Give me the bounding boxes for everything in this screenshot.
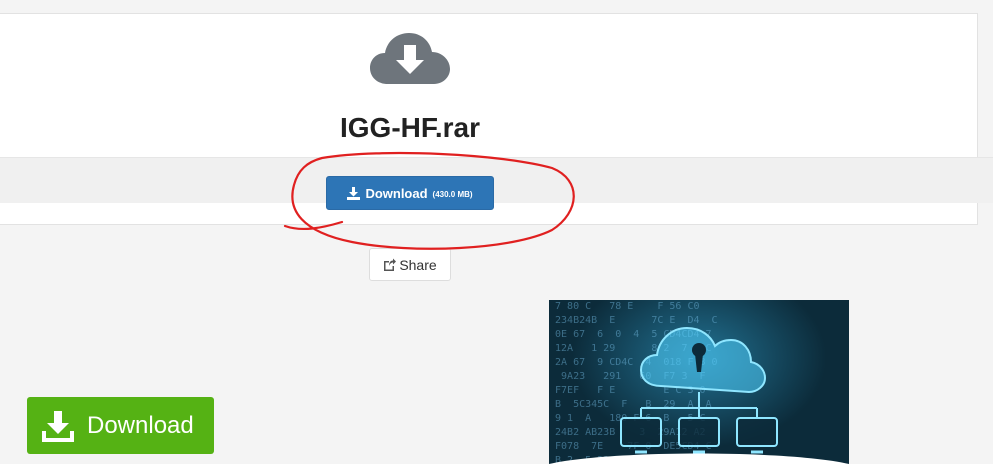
download-button-label: Download	[365, 185, 428, 201]
ad-image[interactable]: 7 80 C 78 E F 56 C0 234B24B E 7C E D4 C …	[549, 300, 849, 464]
ad-download-label: Download	[87, 411, 194, 439]
file-name: IGG-HF.rar	[339, 112, 481, 143]
share-label: Share	[399, 256, 437, 273]
share-button[interactable]: Share	[369, 248, 451, 281]
download-button[interactable]: Download (430.0 MB)	[326, 176, 494, 210]
share-icon	[384, 258, 397, 271]
ad-download-button[interactable]: Download	[27, 397, 214, 454]
download-icon	[347, 186, 361, 200]
download-bar	[0, 157, 993, 203]
cloud-download-icon	[370, 33, 450, 84]
download-icon	[42, 410, 74, 442]
file-size: (430.0 MB)	[432, 190, 473, 199]
cloud-network-illustration	[549, 326, 849, 464]
